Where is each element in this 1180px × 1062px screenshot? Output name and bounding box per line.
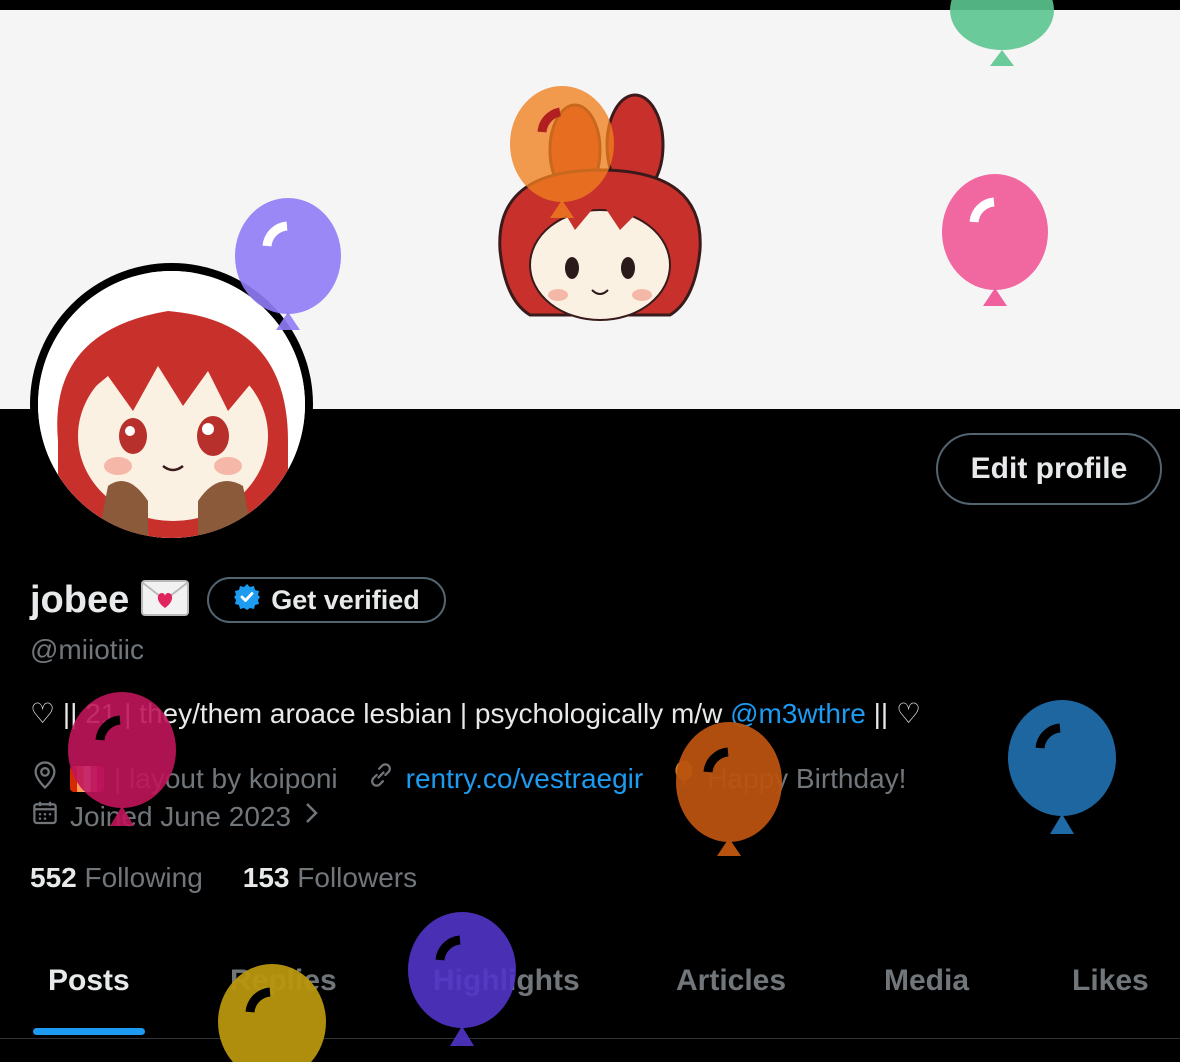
display-name: jobee (30, 578, 130, 621)
balloon-dark-orange (676, 722, 782, 856)
calendar-icon (30, 798, 60, 835)
website-link[interactable]: rentry.co/vestraegir (406, 763, 644, 795)
edit-profile-button[interactable]: Edit profile (936, 433, 1162, 505)
balloon-blue (1008, 700, 1116, 834)
tab-media[interactable]: Media (884, 964, 969, 998)
user-handle: @miiotiic (30, 634, 144, 665)
balloon-magenta (68, 692, 176, 826)
love-letter-icon (141, 579, 190, 621)
balloon-pink (942, 174, 1048, 306)
balloon-yellow (218, 964, 326, 1062)
chevron-right-icon[interactable] (301, 799, 321, 834)
location-icon (30, 760, 60, 797)
profile-tabs: Posts Replies Highlights Articles Media … (0, 940, 1180, 1039)
balloon-orange-banner (510, 86, 614, 218)
following-count: 552 (30, 862, 77, 893)
link-icon (366, 760, 396, 797)
tab-articles[interactable]: Articles (676, 964, 786, 998)
balloon-purple (235, 198, 341, 330)
tab-posts[interactable]: Posts (48, 964, 130, 998)
tab-likes[interactable]: Likes (1072, 964, 1149, 998)
balloon-green (950, 0, 1054, 66)
balloon-indigo (408, 912, 516, 1046)
active-tab-indicator (33, 1028, 145, 1035)
name-row: jobee Get verified (30, 577, 446, 623)
followers-stat[interactable]: 153 Followers (243, 862, 417, 894)
get-verified-button[interactable]: Get verified (207, 577, 446, 623)
following-stat[interactable]: 552 Following (30, 862, 203, 894)
follow-stats: 552 Following 153 Followers (30, 862, 417, 894)
following-label: Following (84, 862, 203, 893)
followers-count: 153 (242, 862, 290, 893)
followers-label: Followers (297, 862, 418, 893)
verified-badge-icon (233, 583, 261, 618)
bio-text-end: || ♡ (865, 698, 922, 729)
get-verified-label: Get verified (271, 584, 420, 615)
